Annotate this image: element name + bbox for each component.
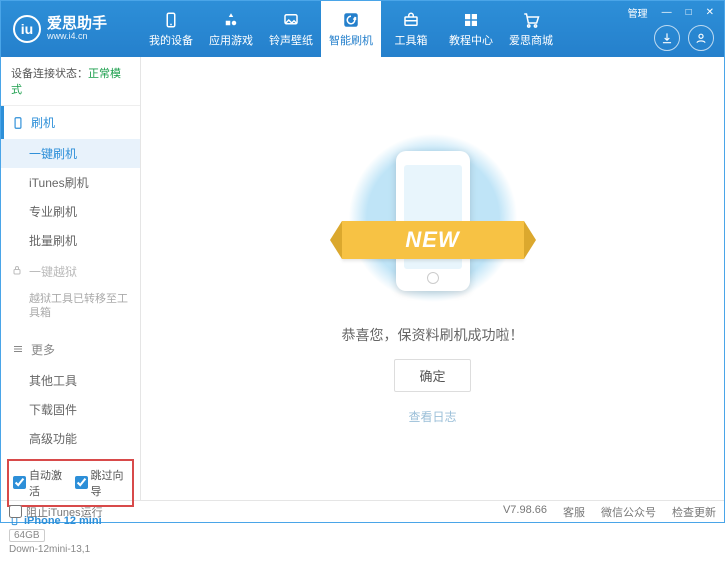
lock-icon xyxy=(11,264,23,279)
app-logo-icon: iu xyxy=(13,15,41,43)
apps-icon xyxy=(221,11,241,29)
sidebar-more-header[interactable]: 更多 xyxy=(1,333,140,366)
version-label: V7.98.66 xyxy=(503,504,547,520)
new-ribbon: NEW xyxy=(342,221,524,259)
nav-tutorials[interactable]: 教程中心 xyxy=(441,1,501,57)
sidebar-item-other-tools[interactable]: 其他工具 xyxy=(1,366,140,395)
toolbox-icon xyxy=(401,11,421,29)
media-icon xyxy=(281,11,301,29)
success-message: 恭喜您，保资料刷机成功啦！ xyxy=(342,325,524,345)
connection-status: 设备连接状态：正常模式 xyxy=(1,57,140,106)
nav-my-device[interactable]: 我的设备 xyxy=(141,1,201,57)
check-update-link[interactable]: 检查更新 xyxy=(672,504,716,520)
download-button[interactable] xyxy=(654,25,680,51)
menu-icon xyxy=(11,342,25,356)
app-site: www.i4.cn xyxy=(47,32,107,42)
block-itunes-checkbox[interactable]: 阻止iTunes运行 xyxy=(9,504,103,520)
sidebar-flash-header[interactable]: 刷机 xyxy=(1,106,140,139)
customer-service-link[interactable]: 客服 xyxy=(563,504,585,520)
main-content: NEW 恭喜您，保资料刷机成功啦！ 确定 查看日志 xyxy=(141,57,724,500)
confirm-button[interactable]: 确定 xyxy=(394,359,470,392)
sidebar-item-oneclick-flash[interactable]: 一键刷机 xyxy=(1,139,140,168)
app-header: iu 爱思助手 www.i4.cn 我的设备 应用游戏 铃声壁纸 智能刷机 工具… xyxy=(1,1,724,57)
sidebar: 设备连接状态：正常模式 刷机 一键刷机 iTunes刷机 专业刷机 批量刷机 一… xyxy=(1,57,141,500)
auto-activate-checkbox[interactable]: 自动激活 xyxy=(13,467,67,499)
grid-icon xyxy=(461,11,481,29)
sidebar-item-itunes-flash[interactable]: iTunes刷机 xyxy=(1,168,140,197)
skip-wizard-checkbox[interactable]: 跳过向导 xyxy=(75,467,129,499)
top-nav: 我的设备 应用游戏 铃声壁纸 智能刷机 工具箱 教程中心 爱思商城 xyxy=(141,1,561,57)
nav-store[interactable]: 爱思商城 xyxy=(501,1,561,57)
sidebar-item-batch-flash[interactable]: 批量刷机 xyxy=(1,226,140,255)
device-model: Down-12mini-13,1 xyxy=(9,544,132,555)
user-button[interactable] xyxy=(688,25,714,51)
app-name: 爱思助手 xyxy=(47,16,107,33)
logo-area: iu 爱思助手 www.i4.cn xyxy=(1,15,141,43)
cart-icon xyxy=(521,11,541,29)
phone-small-icon xyxy=(11,116,25,130)
phone-icon xyxy=(161,11,181,29)
nav-apps-games[interactable]: 应用游戏 xyxy=(201,1,261,57)
nav-ringtone-wallpaper[interactable]: 铃声壁纸 xyxy=(261,1,321,57)
nav-toolbox[interactable]: 工具箱 xyxy=(381,1,441,57)
view-log-link[interactable]: 查看日志 xyxy=(408,408,456,425)
success-illustration: NEW xyxy=(348,133,518,313)
nav-smart-flash[interactable]: 智能刷机 xyxy=(321,1,381,57)
sidebar-jailbreak-header: 一键越狱 xyxy=(1,255,140,288)
jailbreak-note: 越狱工具已转移至工具箱 xyxy=(1,288,140,329)
option-checkboxes: 自动激活 跳过向导 xyxy=(7,459,134,507)
sidebar-item-pro-flash[interactable]: 专业刷机 xyxy=(1,197,140,226)
sidebar-item-advanced[interactable]: 高级功能 xyxy=(1,424,140,453)
menu-button[interactable]: 管理 xyxy=(624,5,652,20)
sidebar-item-download-firmware[interactable]: 下载固件 xyxy=(1,395,140,424)
device-capacity: 64GB xyxy=(9,529,45,542)
refresh-icon xyxy=(341,11,361,29)
wechat-link[interactable]: 微信公众号 xyxy=(601,504,656,520)
